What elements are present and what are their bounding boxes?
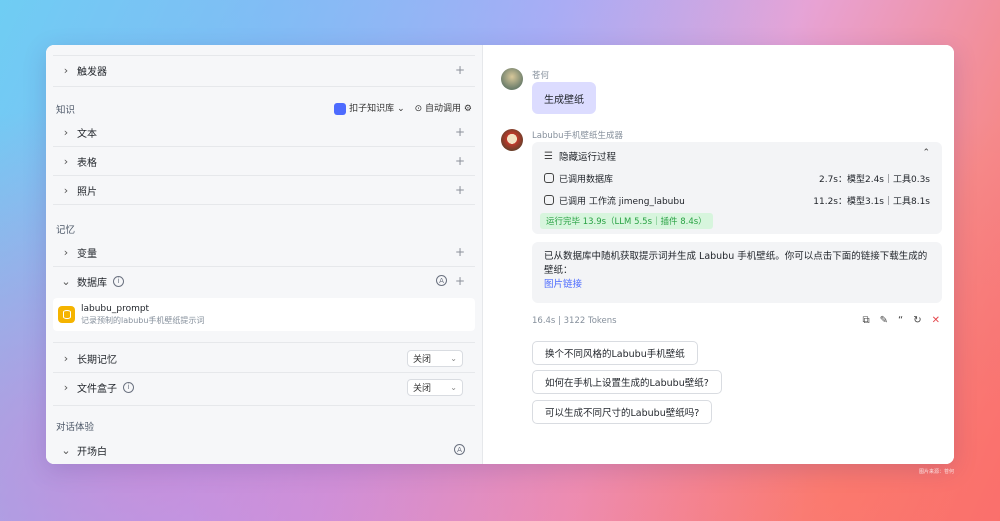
database-label: 数据库 xyxy=(77,277,107,289)
add-text-icon[interactable]: + xyxy=(455,125,465,139)
bot-avatar xyxy=(501,129,523,151)
settings-icon: ⚙ xyxy=(463,104,472,115)
user-name: 苍何 xyxy=(532,71,550,81)
table-row[interactable]: › 表格 + xyxy=(53,147,475,175)
database-icon xyxy=(58,306,75,323)
user-message: 生成壁纸 xyxy=(532,82,596,114)
step-time: 11.2s：模型3.1s｜工具8.1s xyxy=(813,197,930,207)
filebox-value: 关闭 xyxy=(413,383,432,394)
add-variable-icon[interactable]: + xyxy=(455,245,465,259)
image-link[interactable]: 图片链接 xyxy=(544,278,930,292)
quote-icon[interactable]: “ xyxy=(898,315,903,326)
auto-call-button[interactable]: ⊙ 自动调用 ⚙ xyxy=(415,101,472,114)
divider xyxy=(53,342,475,343)
suggestion-button[interactable]: 如何在手机上设置生成的Labubu壁纸? xyxy=(532,370,722,394)
chevron-up-icon[interactable]: ⌃ xyxy=(922,148,930,158)
chat-panel: 苍何 生成壁纸 Labubu手机壁纸生成器 ☰ 隐藏运行过程 ⌃ 已调用数据库 … xyxy=(483,45,954,464)
run-process-panel: ☰ 隐藏运行过程 ⌃ 已调用数据库 2.7s：模型2.4s｜工具0.3s 已调用… xyxy=(532,142,942,234)
filebox-select[interactable]: 关闭 ⌄ xyxy=(407,378,463,396)
auto-icon[interactable]: A xyxy=(454,444,465,455)
chevron-down-icon: ⌄ xyxy=(450,382,457,392)
list-icon: ☰ xyxy=(544,150,553,162)
regenerate-icon[interactable]: ↻ xyxy=(913,315,921,326)
add-trigger-icon[interactable]: + xyxy=(455,63,465,77)
message-actions: ⧉ ✎ “ ↻ ✕ xyxy=(863,315,941,326)
long-memory-value: 关闭 xyxy=(413,354,432,365)
memory-section-title: 记忆 xyxy=(56,225,76,236)
trigger-row[interactable]: › 触发器 + xyxy=(53,56,475,84)
step-label: 已调用 工作流 jimeng_labubu xyxy=(559,197,685,207)
process-step: 已调用数据库 2.7s：模型2.4s｜工具0.3s xyxy=(544,172,930,185)
user-avatar xyxy=(501,68,523,90)
chevron-right-icon: › xyxy=(63,125,69,139)
add-photo-icon[interactable]: + xyxy=(455,183,465,197)
knowledge-tools: 扣子知识库 ⌄ ⊙ 自动调用 ⚙ xyxy=(334,101,472,115)
database-item[interactable]: labubu_prompt 记录预制的labubu手机壁纸提示词 xyxy=(53,298,475,331)
opening-row[interactable]: ⌄ 开场白 A xyxy=(53,436,475,464)
delete-icon[interactable]: ✕ xyxy=(932,315,940,326)
config-panel: › 触发器 + 知识 扣子知识库 ⌄ ⊙ 自动调用 ⚙ › 文本 + › 表格 … xyxy=(46,45,483,464)
filebox-row: › 文件盒子 i 关闭 ⌄ xyxy=(53,373,475,401)
add-table-icon[interactable]: + xyxy=(455,154,465,168)
text-row[interactable]: › 文本 + xyxy=(53,118,475,146)
copy-icon[interactable]: ⧉ xyxy=(863,315,870,326)
app-window: › 触发器 + 知识 扣子知识库 ⌄ ⊙ 自动调用 ⚙ › 文本 + › 表格 … xyxy=(46,45,954,464)
kb-button-label: 扣子知识库 xyxy=(349,104,395,114)
chevron-right-icon: › xyxy=(63,245,69,259)
text-label: 文本 xyxy=(77,128,97,140)
suggestion-button[interactable]: 换个不同风格的Labubu手机壁纸 xyxy=(532,341,698,365)
chevron-right-icon: › xyxy=(63,351,69,365)
variable-label: 变量 xyxy=(77,248,97,260)
chevron-down-icon: ⌄ xyxy=(61,443,71,457)
chevron-right-icon: › xyxy=(63,154,69,168)
info-icon[interactable]: i xyxy=(123,381,134,393)
auto-call-icon: ⊙ xyxy=(414,104,423,115)
photo-label: 照片 xyxy=(77,186,97,198)
long-memory-row: › 长期记忆 关闭 ⌄ xyxy=(53,344,475,372)
kb-icon xyxy=(334,102,347,115)
database-item-desc: 记录预制的labubu手机壁纸提示词 xyxy=(81,315,205,325)
dialog-section-title: 对话体验 xyxy=(56,422,95,433)
trigger-label: 触发器 xyxy=(77,66,107,78)
variable-row[interactable]: › 变量 + xyxy=(53,238,475,266)
process-step: 已调用 工作流 jimeng_labubu 11.2s：模型3.1s｜工具8.1… xyxy=(544,194,930,207)
opening-label: 开场白 xyxy=(77,446,107,458)
chevron-down-icon: ⌄ xyxy=(397,104,405,114)
divider xyxy=(53,86,475,87)
edit-icon[interactable]: ✎ xyxy=(880,315,888,326)
step-label: 已调用数据库 xyxy=(559,175,614,185)
database-item-name: labubu_prompt xyxy=(81,303,150,314)
watermark: 图片来源：苍何 xyxy=(918,469,954,475)
table-label: 表格 xyxy=(77,157,97,169)
chevron-down-icon: ⌄ xyxy=(450,353,457,363)
filebox-label: 文件盒子 xyxy=(77,383,117,395)
bot-answer: 已从数据库中随机获取提示词并生成 Labubu 手机壁纸。你可以点击下面的链接下… xyxy=(532,242,942,303)
add-database-icon[interactable]: + xyxy=(455,274,465,288)
kb-select-button[interactable]: 扣子知识库 ⌄ xyxy=(334,101,405,115)
bot-name: Labubu手机壁纸生成器 xyxy=(532,131,624,141)
divider xyxy=(53,405,475,406)
chevron-right-icon: › xyxy=(63,183,69,197)
chevron-right-icon: › xyxy=(63,63,69,77)
answer-text: 已从数据库中随机获取提示词并生成 Labubu 手机壁纸。你可以点击下面的链接下… xyxy=(544,251,928,276)
step-time: 2.7s：模型2.4s｜工具0.3s xyxy=(818,175,930,185)
plugin-icon xyxy=(544,195,554,205)
process-title: 隐藏运行过程 xyxy=(558,152,616,163)
info-icon[interactable]: i xyxy=(113,275,124,287)
long-memory-select[interactable]: 关闭 ⌄ xyxy=(407,349,463,367)
response-meta: 16.4s | 3122 Tokens xyxy=(532,316,617,326)
auto-icon[interactable]: A xyxy=(436,275,447,286)
auto-call-label: 自动调用 xyxy=(425,104,462,115)
chevron-down-icon: ⌄ xyxy=(61,274,71,288)
divider xyxy=(53,204,475,205)
chevron-right-icon: › xyxy=(63,380,69,394)
database-row[interactable]: ⌄ 数据库 i A + xyxy=(53,267,475,295)
knowledge-section-title: 知识 xyxy=(56,105,76,116)
run-complete-badge: 运行完毕 13.9s（LLM 5.5s｜插件 8.4s） xyxy=(540,213,713,229)
photo-row[interactable]: › 照片 + xyxy=(53,176,475,204)
plugin-icon xyxy=(544,173,554,183)
long-memory-label: 长期记忆 xyxy=(77,354,117,366)
suggestion-button[interactable]: 可以生成不同尺寸的Labubu壁纸吗? xyxy=(532,400,713,424)
process-toggle[interactable]: ☰ 隐藏运行过程 xyxy=(544,149,616,164)
